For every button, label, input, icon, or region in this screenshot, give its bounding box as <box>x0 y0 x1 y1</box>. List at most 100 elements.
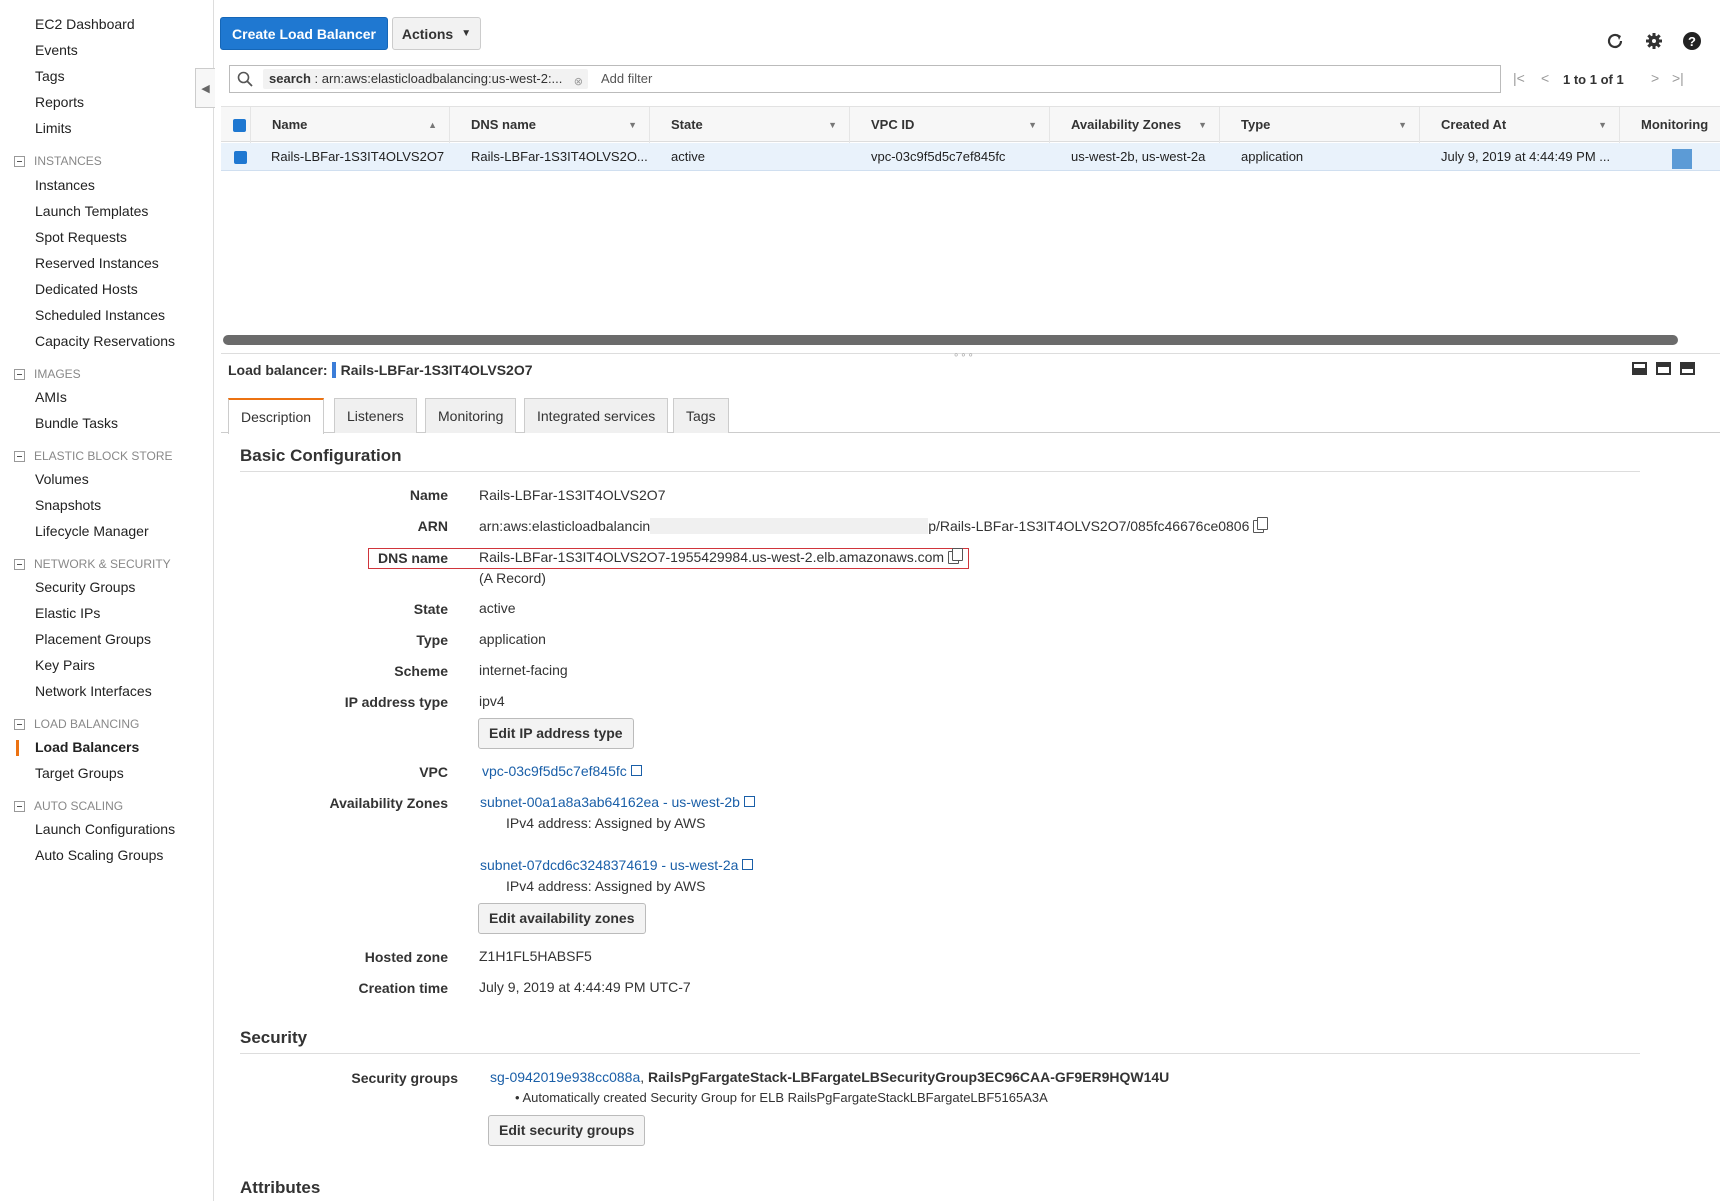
sidebar-section-images[interactable]: IMAGES <box>14 367 81 381</box>
arn-value: arn:aws:elasticloadbalancin p/Rails-LBFar… <box>479 517 1269 534</box>
collapse-icon[interactable] <box>14 800 25 812</box>
external-link-icon <box>743 796 755 807</box>
collapse-icon[interactable] <box>14 558 25 570</box>
sidebar-item-auto-scaling-groups[interactable]: Auto Scaling Groups <box>35 847 163 863</box>
copy-icon[interactable] <box>1253 517 1269 533</box>
sidebar-item-security-groups[interactable]: Security Groups <box>35 579 135 595</box>
tab-listeners[interactable]: Listeners <box>334 398 417 433</box>
name-label: Name <box>409 487 448 503</box>
type-label: Type <box>416 632 448 648</box>
pagination-text: 1 to 1 of 1 <box>1563 72 1624 87</box>
table-row[interactable]: Rails-LBFar-1S3IT4OLVS2O7 Rails-LBFar-1S… <box>221 143 1720 171</box>
column-header-type[interactable]: Type ▼ <box>1221 107 1420 143</box>
sidebar-item-load-balancers[interactable]: Load Balancers <box>35 739 139 755</box>
column-header-monitoring[interactable]: Monitoring <box>1621 107 1720 143</box>
sidebar-item-ec2-dashboard[interactable]: EC2 Dashboard <box>35 16 135 32</box>
edit-availability-zones-button[interactable]: Edit availability zones <box>478 903 646 934</box>
pane-split-icon[interactable] <box>1656 362 1671 375</box>
horizontal-scrollbar[interactable] <box>223 335 1678 345</box>
sidebar-section-ebs[interactable]: ELASTIC BLOCK STORE <box>14 449 173 463</box>
flag-icon <box>331 362 336 378</box>
vpc-link[interactable]: vpc-03c9f5d5c7ef845fc <box>482 763 642 779</box>
sidebar-item-events[interactable]: Events <box>35 42 78 58</box>
subnet-link-1[interactable]: subnet-00a1a8a3ab64162ea - us-west-2b <box>480 794 755 810</box>
collapse-icon[interactable] <box>14 718 25 730</box>
add-filter-input[interactable]: Add filter <box>601 71 652 86</box>
collapse-icon[interactable] <box>14 450 25 462</box>
column-header-dns-name[interactable]: DNS name ▼ <box>451 107 650 143</box>
sidebar-item-tags[interactable]: Tags <box>35 68 65 84</box>
state-value: active <box>479 600 516 616</box>
sidebar-item-volumes[interactable]: Volumes <box>35 471 89 487</box>
sidebar-item-dedicated-hosts[interactable]: Dedicated Hosts <box>35 281 138 297</box>
sidebar-item-spot-requests[interactable]: Spot Requests <box>35 229 127 245</box>
filter-bar[interactable]: search : arn:aws:elasticloadbalancing:us… <box>229 65 1501 93</box>
subnet-link-2[interactable]: subnet-07dcd6c3248374619 - us-west-2a <box>480 857 754 873</box>
search-icon <box>237 71 253 87</box>
sidebar-section-instances[interactable]: INSTANCES <box>14 154 102 168</box>
sidebar-item-target-groups[interactable]: Target Groups <box>35 765 124 781</box>
first-page-icon[interactable]: |< <box>1513 70 1525 86</box>
monitoring-icon[interactable] <box>1672 149 1692 169</box>
copy-icon[interactable] <box>948 548 964 564</box>
sort-icon: ▼ <box>1198 120 1207 130</box>
next-page-icon[interactable]: > <box>1651 70 1659 86</box>
security-group-link[interactable]: sg-0942019e938cc088a <box>490 1069 640 1085</box>
sidebar-item-snapshots[interactable]: Snapshots <box>35 497 101 513</box>
column-header-created-at[interactable]: Created At ▼ <box>1421 107 1620 143</box>
resize-handle[interactable]: ∘∘∘ <box>953 350 975 361</box>
gear-icon[interactable] <box>1643 30 1665 52</box>
last-page-icon[interactable]: >| <box>1672 70 1684 86</box>
sidebar-item-placement-groups[interactable]: Placement Groups <box>35 631 151 647</box>
search-token[interactable]: search : arn:aws:elasticloadbalancing:us… <box>263 69 588 89</box>
sidebar-item-key-pairs[interactable]: Key Pairs <box>35 657 95 673</box>
sidebar-section-network-security[interactable]: NETWORK & SECURITY <box>14 557 171 571</box>
cell-type: application <box>1241 149 1304 164</box>
tab-description[interactable]: Description <box>228 398 325 434</box>
sidebar-item-launch-configurations[interactable]: Launch Configurations <box>35 821 175 837</box>
refresh-icon[interactable] <box>1604 30 1626 52</box>
prev-page-icon[interactable]: < <box>1541 70 1549 86</box>
edit-security-groups-button[interactable]: Edit security groups <box>488 1115 646 1146</box>
column-header-availability-zones[interactable]: Availability Zones ▼ <box>1051 107 1220 143</box>
cell-state: active <box>671 149 705 164</box>
sidebar-section-auto-scaling[interactable]: AUTO SCALING <box>14 799 123 813</box>
tab-integrated-services[interactable]: Integrated services <box>524 398 669 433</box>
external-link-icon <box>742 859 754 870</box>
create-load-balancer-button[interactable]: Create Load Balancer <box>220 17 388 50</box>
sidebar-item-bundle-tasks[interactable]: Bundle Tasks <box>35 415 118 431</box>
chevron-down-icon: ▼ <box>461 28 472 39</box>
pane-top-icon[interactable] <box>1680 362 1695 375</box>
column-header-vpc-id[interactable]: VPC ID ▼ <box>851 107 1050 143</box>
detail-tabs: Description Listeners Monitoring Integra… <box>221 398 1720 434</box>
close-icon[interactable]: ⊗ <box>574 72 583 89</box>
edit-ip-address-type-button[interactable]: Edit IP address type <box>478 718 634 749</box>
help-icon[interactable]: ? <box>1681 30 1703 52</box>
row-checkbox[interactable] <box>234 151 247 164</box>
pane-bottom-icon[interactable] <box>1632 362 1647 375</box>
sidebar-item-reserved-instances[interactable]: Reserved Instances <box>35 255 159 271</box>
tab-monitoring[interactable]: Monitoring <box>425 398 517 433</box>
sidebar-section-load-balancing[interactable]: LOAD BALANCING <box>14 717 139 731</box>
security-heading: Security <box>240 1028 308 1047</box>
select-all-checkbox[interactable] <box>233 119 246 132</box>
tab-tags[interactable]: Tags <box>673 398 729 433</box>
column-header-state[interactable]: State ▼ <box>651 107 850 143</box>
dns-name-value: Rails-LBFar-1S3IT4OLVS2O7-1955429984.us-… <box>479 548 964 565</box>
sidebar-item-network-interfaces[interactable]: Network Interfaces <box>35 683 152 699</box>
column-header-name[interactable]: Name ▲ <box>252 107 450 143</box>
sidebar-item-limits[interactable]: Limits <box>35 120 72 136</box>
arn-label: ARN <box>417 518 448 534</box>
sidebar-item-scheduled-instances[interactable]: Scheduled Instances <box>35 307 165 323</box>
actions-dropdown[interactable]: Actions ▼ <box>392 17 481 50</box>
collapse-icon[interactable] <box>14 155 25 167</box>
sidebar-item-elastic-ips[interactable]: Elastic IPs <box>35 605 100 621</box>
sidebar-item-launch-templates[interactable]: Launch Templates <box>35 203 148 219</box>
collapse-icon[interactable] <box>14 368 25 380</box>
sidebar-item-amis[interactable]: AMIs <box>35 389 67 405</box>
collapse-sidebar-button[interactable]: ◀ <box>195 68 215 108</box>
sidebar-item-reports[interactable]: Reports <box>35 94 84 110</box>
sidebar-item-lifecycle-manager[interactable]: Lifecycle Manager <box>35 523 149 539</box>
sidebar-item-capacity-reservations[interactable]: Capacity Reservations <box>35 333 175 349</box>
sidebar-item-instances[interactable]: Instances <box>35 177 95 193</box>
